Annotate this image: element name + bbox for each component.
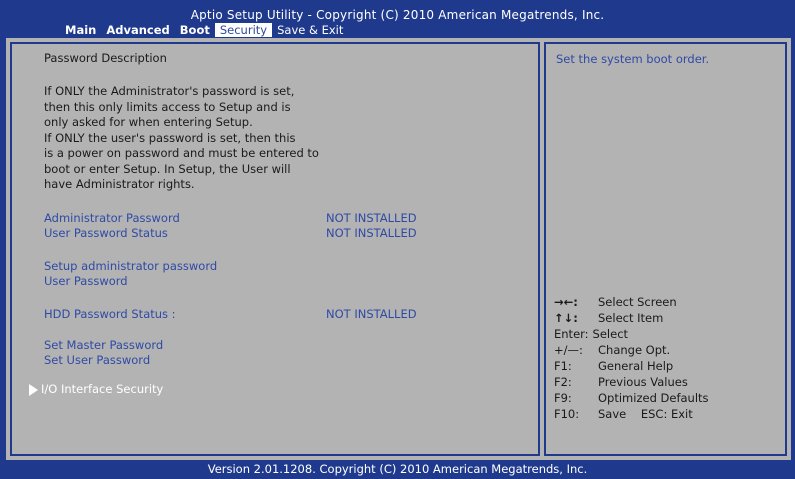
- tab-save-exit[interactable]: Save & Exit: [272, 23, 348, 37]
- header-title: Aptio Setup Utility - Copyright (C) 2010…: [190, 8, 605, 22]
- main-panel: Password Description If ONLY the Adminis…: [6, 38, 791, 460]
- key-enter: Enter:: [554, 327, 589, 341]
- hdd-password-status-value: NOT INSTALLED: [326, 307, 417, 321]
- admin-password-value: NOT INSTALLED: [326, 211, 417, 225]
- description-line-3: only asked for when entering Setup.: [44, 115, 253, 129]
- key-row: F2: Previous Values: [554, 374, 709, 390]
- io-interface-security-label: I/O Interface Security: [41, 382, 164, 396]
- key-desc: Optimized Defaults: [598, 391, 709, 405]
- tab-main[interactable]: Main: [60, 23, 101, 37]
- key-legend: →←: Select Screen ↑↓: Select Item Enter: Se…: [554, 294, 709, 422]
- user-password-item[interactable]: User Password: [44, 274, 128, 288]
- settings-pane: Password Description If ONLY the Adminis…: [10, 42, 540, 456]
- key-desc: Select Screen: [598, 295, 677, 309]
- tab-boot[interactable]: Boot: [175, 23, 215, 37]
- footer-version: Version 2.01.1208. Copyright (C) 2010 Am…: [207, 462, 588, 476]
- set-user-password-item[interactable]: Set User Password: [44, 353, 150, 367]
- description-line-5: is a power on password and must be enter…: [44, 146, 319, 160]
- description-line-6: boot or enter Setup. In Setup, the User …: [44, 161, 291, 176]
- user-password-status-value: NOT INSTALLED: [326, 226, 417, 240]
- password-description-heading: Password Description: [44, 51, 167, 65]
- key-row: F10: Save ESC: Exit: [554, 406, 709, 422]
- key-f1: F1:: [554, 359, 572, 373]
- key-desc: Previous Values: [598, 375, 688, 389]
- help-text: Set the system boot order.: [556, 52, 710, 66]
- key-row: F1: General Help: [554, 358, 709, 374]
- key-desc: Change Opt.: [598, 343, 671, 357]
- key-arrows-ud: ↑↓:: [554, 311, 578, 325]
- key-arrows-lr: →←:: [554, 295, 578, 309]
- tab-advanced[interactable]: Advanced: [101, 23, 174, 37]
- set-master-password-item[interactable]: Set Master Password: [44, 338, 163, 352]
- key-desc: Select Item: [598, 311, 664, 325]
- key-f9: F9:: [554, 391, 572, 405]
- description-line-1: If ONLY the Administrator's password is …: [44, 84, 295, 98]
- submenu-arrow-icon: [29, 383, 38, 396]
- key-f10: F10:: [554, 407, 580, 421]
- key-f2: F2:: [554, 375, 572, 389]
- key-row: Enter: Select: [554, 326, 709, 342]
- description-line-4: If ONLY the user's password is set, then…: [44, 130, 296, 145]
- key-plus-minus: +/—:: [554, 343, 583, 357]
- io-interface-security-item[interactable]: I/O Interface Security: [29, 382, 163, 396]
- tab-bar: Main Advanced Boot Security Save & Exit: [60, 23, 348, 37]
- user-password-status-label: User Password Status: [44, 226, 168, 240]
- key-row: F9: Optimized Defaults: [554, 390, 709, 406]
- key-desc: Save ESC: Exit: [598, 407, 693, 421]
- key-desc: General Help: [598, 359, 674, 373]
- description-line-7: have Administrator rights.: [44, 177, 195, 191]
- description-line-2: then this only limits access to Setup an…: [44, 99, 291, 114]
- key-desc: Select: [592, 327, 629, 341]
- key-row: ↑↓: Select Item: [554, 310, 709, 326]
- key-row: →←: Select Screen: [554, 294, 709, 310]
- hdd-password-status-label: HDD Password Status :: [44, 307, 176, 321]
- setup-admin-password-item[interactable]: Setup administrator password: [44, 259, 217, 273]
- admin-password-label: Administrator Password: [44, 211, 180, 225]
- tab-security[interactable]: Security: [214, 23, 273, 37]
- help-pane: Set the system boot order. →←: Select Scr…: [544, 42, 787, 456]
- key-row: +/—: Change Opt.: [554, 342, 709, 358]
